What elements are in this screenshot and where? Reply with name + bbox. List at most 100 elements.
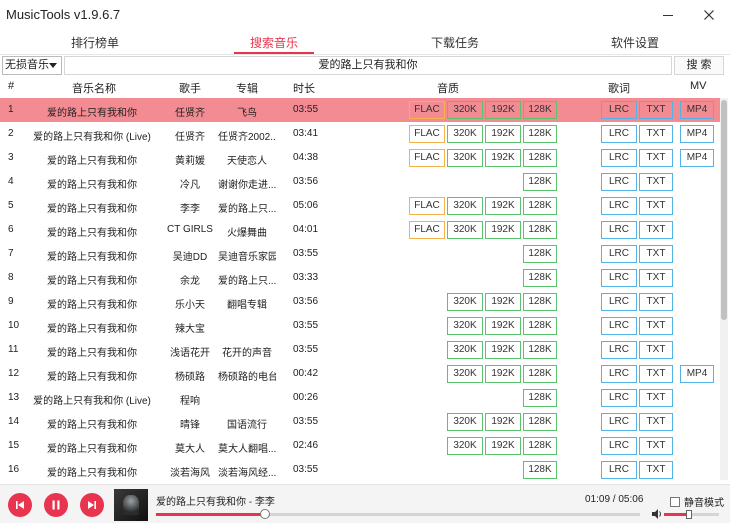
txt-download-button[interactable]: TXT bbox=[639, 389, 673, 407]
txt-download-button[interactable]: TXT bbox=[639, 461, 673, 479]
192k-tag[interactable]: 192K bbox=[485, 293, 521, 311]
192k-tag[interactable]: 192K bbox=[485, 437, 521, 455]
192k-tag[interactable]: 192K bbox=[485, 413, 521, 431]
table-row[interactable]: 11 爱的路上只有我和你 浅语花开 花开的声音 03:55 320K 192K 128K LRC… bbox=[0, 338, 720, 362]
mp4-download-button[interactable]: MP4 bbox=[680, 365, 714, 383]
txt-download-button[interactable]: TXT bbox=[639, 269, 673, 287]
lrc-download-button[interactable]: LRC bbox=[601, 293, 637, 311]
search-button[interactable]: 搜 索 bbox=[674, 56, 724, 75]
320k-tag[interactable]: 320K bbox=[447, 221, 483, 239]
lrc-download-button[interactable]: LRC bbox=[601, 341, 637, 359]
scrollbar-thumb[interactable] bbox=[721, 100, 727, 320]
next-button[interactable] bbox=[80, 493, 104, 517]
128k-tag[interactable]: 128K bbox=[523, 173, 557, 191]
txt-download-button[interactable]: TXT bbox=[639, 341, 673, 359]
128k-tag[interactable]: 128K bbox=[523, 317, 557, 335]
320k-tag[interactable]: 320K bbox=[447, 317, 483, 335]
txt-download-button[interactable]: TXT bbox=[639, 365, 673, 383]
volume-slider[interactable] bbox=[664, 510, 719, 519]
txt-download-button[interactable]: TXT bbox=[639, 197, 673, 215]
320k-tag[interactable]: 320K bbox=[447, 125, 483, 143]
mute-checkbox[interactable]: 静音模式 bbox=[670, 494, 724, 509]
table-row[interactable]: 6 爱的路上只有我和你 CT GIRLS 火爆舞曲 04:01 FLAC 320K 192K 1… bbox=[0, 218, 720, 242]
320k-tag[interactable]: 320K bbox=[447, 341, 483, 359]
128k-tag[interactable]: 128K bbox=[523, 341, 557, 359]
192k-tag[interactable]: 192K bbox=[485, 125, 521, 143]
txt-download-button[interactable]: TXT bbox=[639, 173, 673, 191]
192k-tag[interactable]: 192K bbox=[485, 341, 521, 359]
192k-tag[interactable]: 192K bbox=[485, 317, 521, 335]
progress-handle[interactable] bbox=[259, 509, 270, 519]
tab-settings[interactable]: 软件设置 bbox=[600, 34, 670, 54]
128k-tag[interactable]: 128K bbox=[523, 365, 557, 383]
txt-download-button[interactable]: TXT bbox=[639, 437, 673, 455]
128k-tag[interactable]: 128K bbox=[523, 437, 557, 455]
128k-tag[interactable]: 128K bbox=[523, 269, 557, 287]
txt-download-button[interactable]: TXT bbox=[639, 245, 673, 263]
search-input[interactable]: 爱的路上只有我和你 bbox=[64, 56, 672, 75]
pause-button[interactable] bbox=[44, 493, 68, 517]
flac-tag[interactable]: FLAC bbox=[409, 197, 445, 215]
table-row[interactable]: 4 爱的路上只有我和你 冷凡 谢谢你走进... 03:56 128K LRC TXT bbox=[0, 170, 720, 194]
table-row[interactable]: 13 爱的路上只有我和你 (Live) 程响 00:26 128K LRC TXT bbox=[0, 386, 720, 410]
lrc-download-button[interactable]: LRC bbox=[601, 101, 637, 119]
mp4-download-button[interactable]: MP4 bbox=[680, 101, 714, 119]
128k-tag[interactable]: 128K bbox=[523, 101, 557, 119]
table-row[interactable]: 8 爱的路上只有我和你 余龙 爱的路上只... 03:33 128K LRC TXT bbox=[0, 266, 720, 290]
lrc-download-button[interactable]: LRC bbox=[601, 317, 637, 335]
progress-slider[interactable] bbox=[156, 509, 640, 519]
320k-tag[interactable]: 320K bbox=[447, 101, 483, 119]
320k-tag[interactable]: 320K bbox=[447, 413, 483, 431]
flac-tag[interactable]: FLAC bbox=[409, 125, 445, 143]
320k-tag[interactable]: 320K bbox=[447, 437, 483, 455]
128k-tag[interactable]: 128K bbox=[523, 413, 557, 431]
txt-download-button[interactable]: TXT bbox=[639, 293, 673, 311]
results-scrollbar[interactable] bbox=[720, 98, 728, 480]
flac-tag[interactable]: FLAC bbox=[409, 149, 445, 167]
txt-download-button[interactable]: TXT bbox=[639, 221, 673, 239]
lrc-download-button[interactable]: LRC bbox=[601, 125, 637, 143]
192k-tag[interactable]: 192K bbox=[485, 365, 521, 383]
quality-select[interactable]: 无损音乐 bbox=[2, 56, 62, 75]
128k-tag[interactable]: 128K bbox=[523, 125, 557, 143]
lrc-download-button[interactable]: LRC bbox=[601, 269, 637, 287]
192k-tag[interactable]: 192K bbox=[485, 101, 521, 119]
128k-tag[interactable]: 128K bbox=[523, 197, 557, 215]
tab-downloads[interactable]: 下载任务 bbox=[420, 34, 490, 54]
table-row[interactable]: 1 爱的路上只有我和你 任贤齐 飞鸟 03:55 FLAC 320K 192K 128K LRC T… bbox=[0, 98, 720, 122]
lrc-download-button[interactable]: LRC bbox=[601, 245, 637, 263]
128k-tag[interactable]: 128K bbox=[523, 461, 557, 479]
txt-download-button[interactable]: TXT bbox=[639, 149, 673, 167]
table-row[interactable]: 10 爱的路上只有我和你 辣大宝 03:55 320K 192K 128K LRC TXT bbox=[0, 314, 720, 338]
table-row[interactable]: 14 爱的路上只有我和你 晴锋 国语流行 03:55 320K 192K 128K LRC TXT bbox=[0, 410, 720, 434]
192k-tag[interactable]: 192K bbox=[485, 149, 521, 167]
lrc-download-button[interactable]: LRC bbox=[601, 413, 637, 431]
tab-search-music[interactable]: 搜索音乐 bbox=[232, 34, 316, 54]
txt-download-button[interactable]: TXT bbox=[639, 125, 673, 143]
lrc-download-button[interactable]: LRC bbox=[601, 173, 637, 191]
table-row[interactable]: 12 爱的路上只有我和你 杨硕路 杨硕路的电台 00:42 320K 192K 128K LRC… bbox=[0, 362, 720, 386]
table-row[interactable]: 16 爱的路上只有我和你 淡若海风 淡若海风经... 03:55 128K LRC TXT bbox=[0, 458, 720, 480]
table-row[interactable]: 2 爱的路上只有我和你 (Live) 任贤齐 任贤齐2002... 03:41 FLAC 3… bbox=[0, 122, 720, 146]
close-button[interactable] bbox=[697, 4, 721, 26]
txt-download-button[interactable]: TXT bbox=[639, 317, 673, 335]
128k-tag[interactable]: 128K bbox=[523, 389, 557, 407]
minimize-button[interactable] bbox=[656, 4, 680, 26]
mp4-download-button[interactable]: MP4 bbox=[680, 149, 714, 167]
txt-download-button[interactable]: TXT bbox=[639, 413, 673, 431]
flac-tag[interactable]: FLAC bbox=[409, 101, 445, 119]
volume-handle[interactable] bbox=[685, 510, 692, 519]
192k-tag[interactable]: 192K bbox=[485, 221, 521, 239]
128k-tag[interactable]: 128K bbox=[523, 221, 557, 239]
table-row[interactable]: 15 爱的路上只有我和你 莫大人 莫大人翻唱... 02:46 320K 192K 128K L… bbox=[0, 434, 720, 458]
table-row[interactable]: 7 爱的路上只有我和你 吴迪DD 吴迪音乐家园 03:55 128K LRC TXT bbox=[0, 242, 720, 266]
lrc-download-button[interactable]: LRC bbox=[601, 437, 637, 455]
txt-download-button[interactable]: TXT bbox=[639, 101, 673, 119]
volume-icon[interactable] bbox=[651, 508, 663, 520]
128k-tag[interactable]: 128K bbox=[523, 245, 557, 263]
table-row[interactable]: 3 爱的路上只有我和你 黄莉媛 天使恋人 04:38 FLAC 320K 192K 128K LR… bbox=[0, 146, 720, 170]
192k-tag[interactable]: 192K bbox=[485, 197, 521, 215]
lrc-download-button[interactable]: LRC bbox=[601, 389, 637, 407]
320k-tag[interactable]: 320K bbox=[447, 365, 483, 383]
320k-tag[interactable]: 320K bbox=[447, 197, 483, 215]
